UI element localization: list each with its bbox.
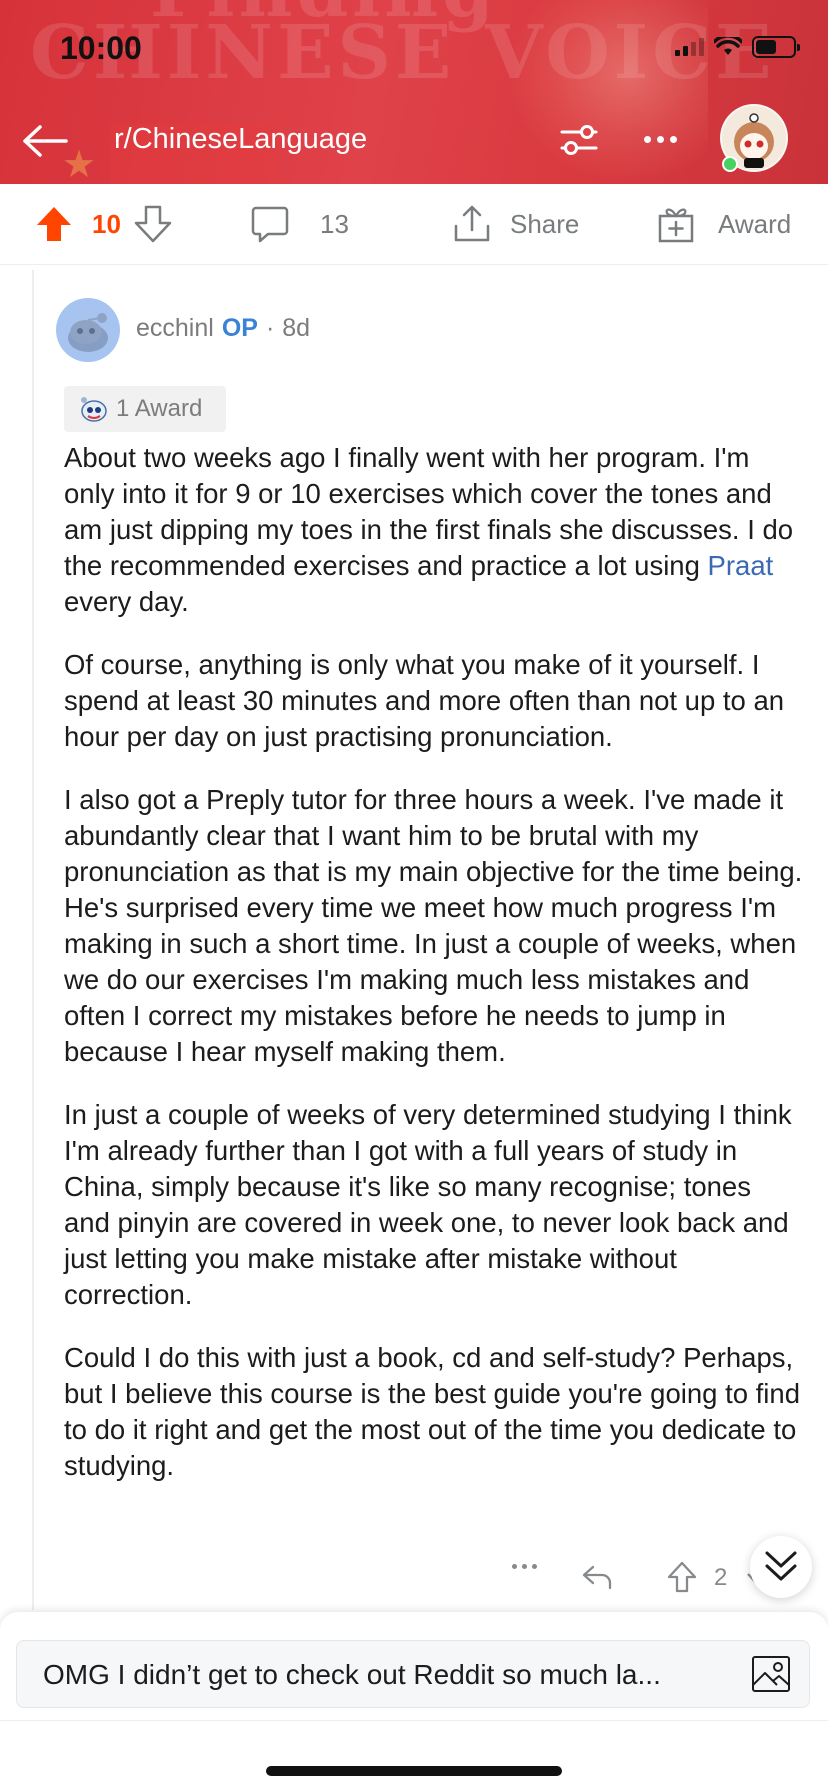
comment-age: 8d [282,314,311,342]
comment-more-button[interactable] [512,1564,537,1569]
battery-icon [752,36,800,58]
reply-input[interactable]: OMG I didn’t get to check out Reddit so … [16,1640,810,1708]
comments-button[interactable]: 13 [250,184,349,264]
more-dot [656,135,664,143]
more-options-button[interactable] [636,122,684,156]
status-time: 10:00 [60,30,142,66]
home-indicator[interactable] [266,1766,562,1776]
cellular-signal-icon [675,38,704,56]
comment-upvote-icon[interactable] [666,1560,698,1594]
jump-to-next-button[interactable] [750,1536,812,1598]
upvote-count: 10 [92,208,121,239]
online-status-dot [722,156,738,172]
award-button[interactable]: Award [656,184,791,264]
share-icon [454,205,490,242]
gift-icon [658,208,694,243]
award-emoji-icon [81,397,107,422]
vote-group: 10 [34,184,173,264]
filter-icon [560,125,598,155]
award-chip[interactable]: 1 Award [64,386,226,432]
op-badge: OP [221,314,258,342]
comment-paragraph-2: Of course, anything is only what you mak… [64,649,785,752]
comment-text: every day. [64,586,189,617]
more-dot [522,1564,527,1569]
thread-line[interactable] [32,270,34,1610]
comment-body: About two weeks ago I finally went with … [64,440,804,1511]
image-icon[interactable] [751,1655,791,1693]
downvote-icon[interactable] [133,204,173,244]
comment-paragraph-4: In just a couple of weeks of very determ… [64,1099,792,1310]
upvote-icon[interactable] [34,204,74,244]
award-label: Award [718,208,792,239]
back-button[interactable] [22,116,72,166]
more-dot [532,1564,537,1569]
back-arrow-icon [23,125,68,157]
commenter-avatar[interactable] [56,298,120,362]
divider [0,264,828,265]
subreddit-name[interactable]: r/ChineseLanguage [114,123,367,156]
comment-count: 13 [320,208,349,239]
post-action-bar: 10 13 Share Award [0,184,828,264]
meta-separator: · [265,314,275,342]
comment-meta: ecchinl OP · 8d [136,314,310,343]
reply-icon[interactable] [580,1562,614,1592]
comment-paragraph-5: Could I do this with just a book, cd and… [64,1342,800,1481]
wifi-icon [714,37,742,55]
reply-draft-text: OMG I didn’t get to check out Reddit so … [43,1659,661,1690]
comment-paragraph-1: About two weeks ago I finally went with … [64,440,804,620]
double-chevron-down-icon [765,1551,797,1581]
subreddit-header: Finding CHINESE VOICE ★ 10:00 r/ChineseL… [0,0,828,184]
comment-paragraph-3: I also got a Preply tutor for three hour… [64,784,803,1067]
more-dot [643,135,651,143]
header-banner-figure [508,0,708,184]
snoo-avatar-icon [68,313,108,352]
more-dot [669,135,677,143]
filter-button[interactable] [558,120,600,160]
comment-author[interactable]: ecchinl [136,314,214,343]
more-dot [512,1564,517,1569]
praat-link[interactable]: Praat [708,550,774,581]
status-icons [675,36,800,58]
share-button[interactable]: Share [452,184,579,264]
share-label: Share [510,208,580,239]
comment-score: 2 [714,1564,728,1591]
comment-bubble-icon [251,206,289,243]
divider [0,1720,828,1721]
comment-text: About two weeks ago I finally went with … [64,442,794,581]
award-chip-label: 1 Award [116,395,203,422]
